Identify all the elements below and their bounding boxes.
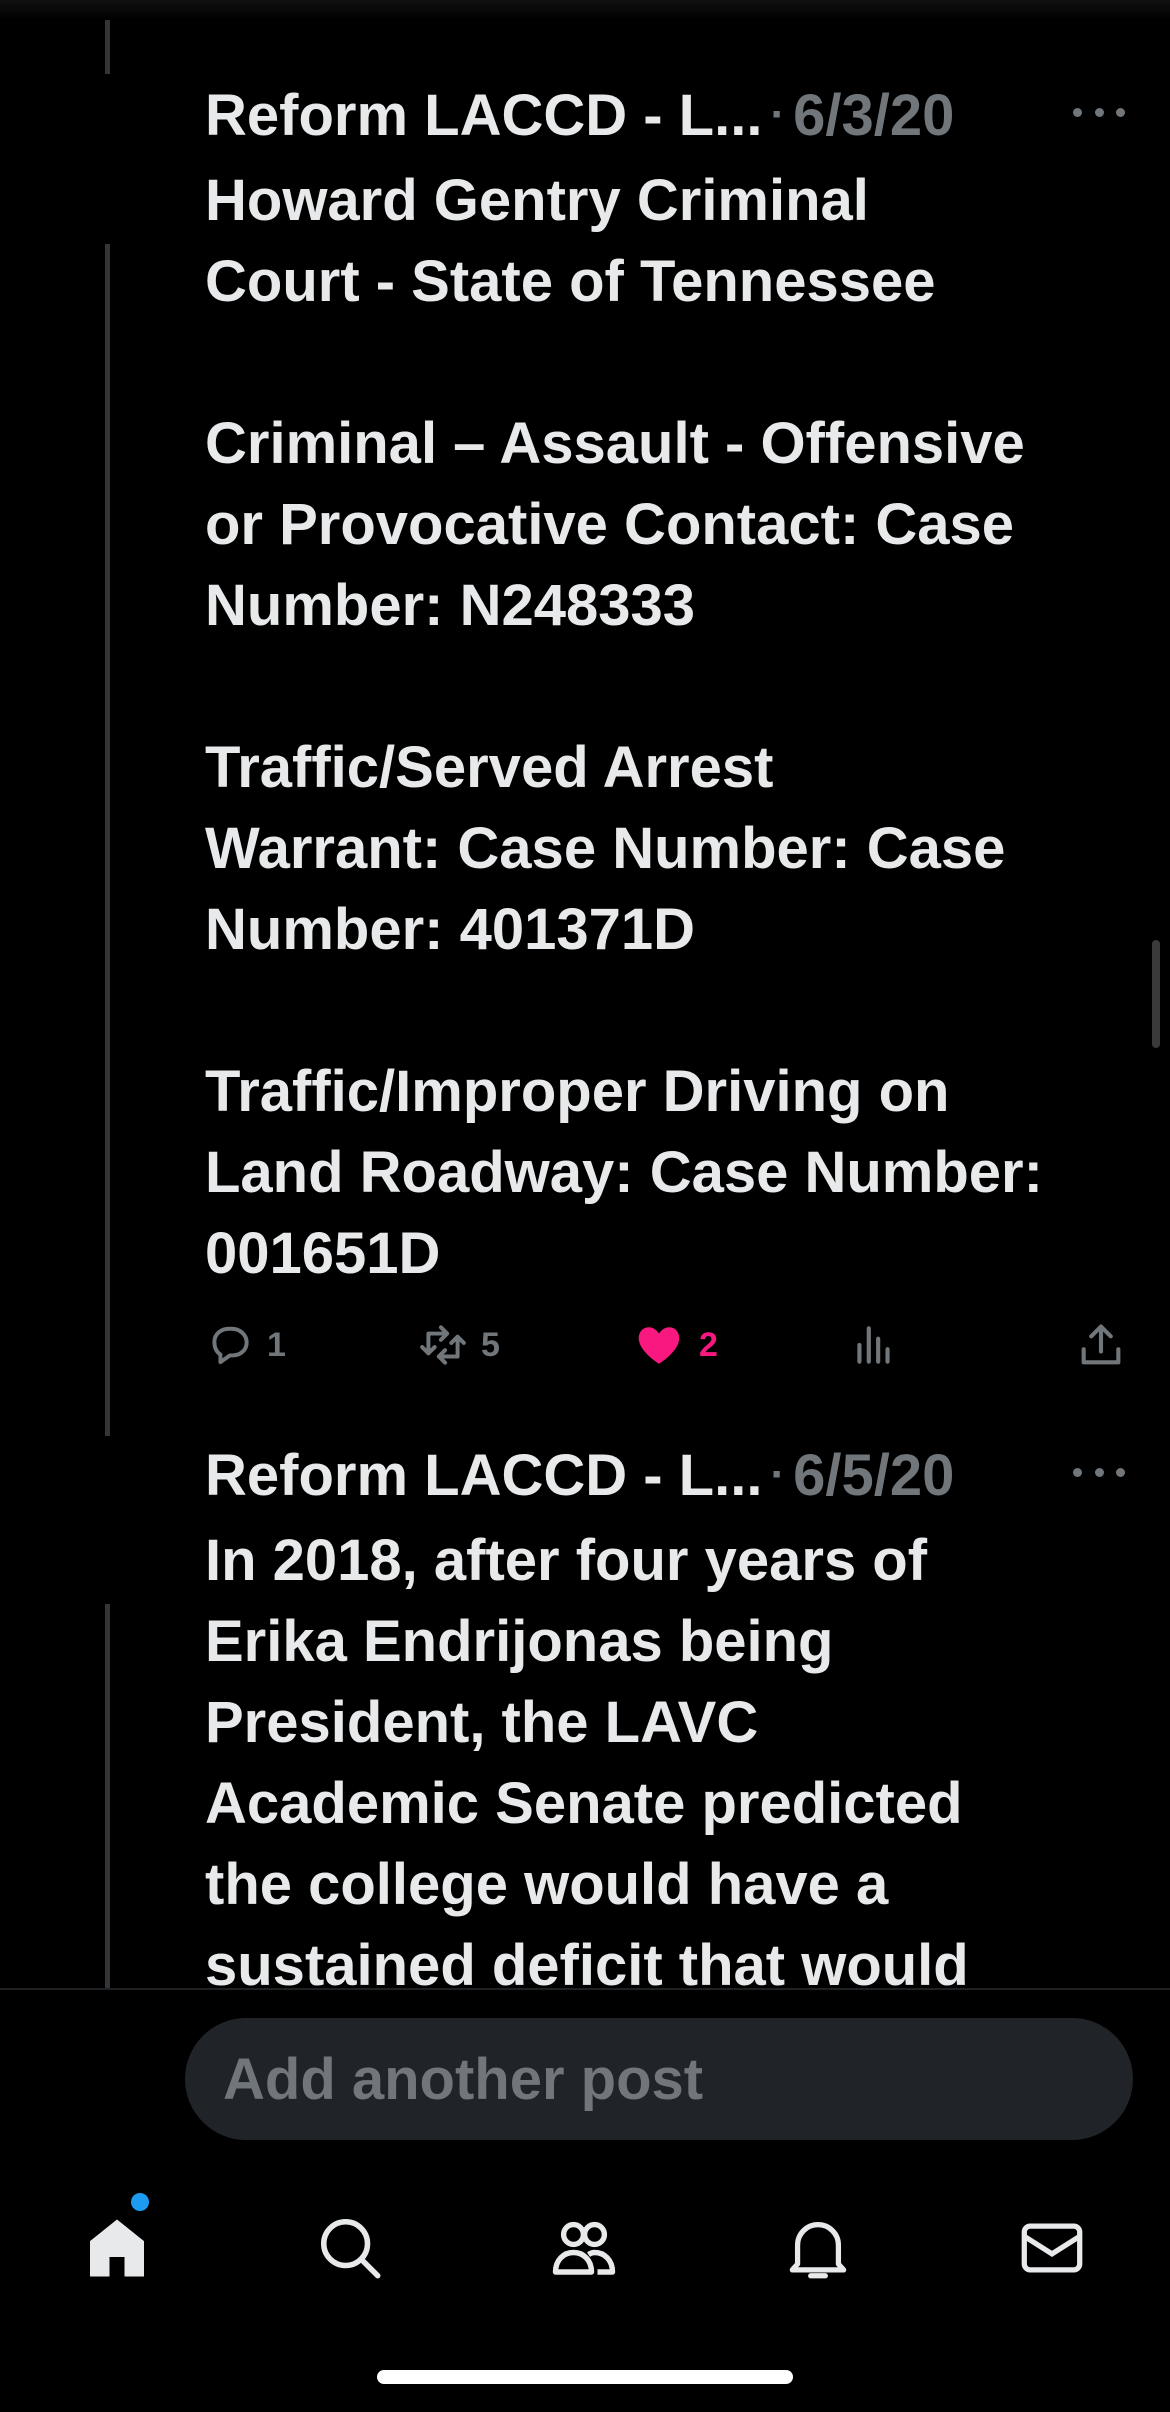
post[interactable]: Reform LACCD - L... · 6/5/20 In 2018, af… [205,1430,1125,1988]
views-icon [849,1320,899,1370]
reply-button[interactable]: 1 [205,1310,286,1380]
separator-dot: · [770,90,786,139]
thread-line-top [105,20,110,74]
notification-dot [131,2193,149,2211]
home-icon [81,2212,153,2289]
post-date[interactable]: 6/3/20 [793,82,954,149]
repost-button[interactable]: 5 [417,1310,500,1380]
post-date[interactable]: 6/5/20 [793,1442,954,1509]
post[interactable]: Reform LACCD - L... · 6/3/20 Howard Gent… [205,70,1125,1294]
home-indicator[interactable] [377,2370,793,2384]
heart-icon [633,1320,685,1370]
reply-icon [205,1320,255,1370]
scrollbar[interactable] [1152,940,1160,1048]
composer-bar: Add another post [0,1988,1170,2160]
like-button[interactable]: 2 [633,1310,718,1380]
tab-messages[interactable] [1012,2210,1092,2290]
tab-home[interactable] [77,2210,157,2290]
bell-icon [783,2213,853,2288]
share-button[interactable] [1075,1310,1127,1380]
people-icon [548,2212,620,2289]
post-header: Reform LACCD - L... · 6/3/20 [205,70,1125,160]
tab-search[interactable] [310,2210,390,2290]
more-icon[interactable] [1073,92,1125,132]
search-icon [315,2213,385,2288]
post-text: In 2018, after four years of Erika Endri… [205,1528,969,1988]
thread-line-post-1 [105,244,110,1436]
tab-communities[interactable] [544,2210,624,2290]
repost-icon [417,1320,469,1370]
mail-icon [1017,2213,1087,2288]
post-header: Reform LACCD - L... · 6/5/20 [205,1430,1125,1520]
repost-count: 5 [481,1325,500,1364]
post-text: Howard Gentry Criminal Court - State of … [205,168,1043,1286]
views-button[interactable] [849,1310,899,1380]
author-name[interactable]: Reform LACCD - L... [205,1442,762,1509]
reply-count: 1 [267,1325,286,1364]
more-icon[interactable] [1073,1452,1125,1492]
top-edge [0,0,1170,20]
thread-line-post-2 [105,1604,110,1988]
tab-notifications[interactable] [778,2210,858,2290]
author-name[interactable]: Reform LACCD - L... [205,82,762,149]
post-actions: 1 5 2 [205,1310,1130,1380]
share-icon [1075,1319,1127,1371]
add-post-input[interactable]: Add another post [185,2018,1133,2140]
like-count: 2 [699,1325,718,1364]
composer-placeholder: Add another post [223,2046,704,2112]
separator-dot: · [770,1450,786,1499]
